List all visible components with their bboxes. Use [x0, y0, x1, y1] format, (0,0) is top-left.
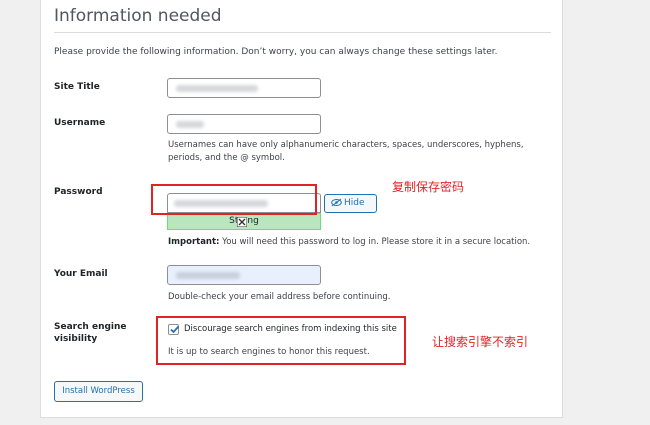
username-label: Username: [54, 118, 106, 128]
email-hint: Double-check your email address before c…: [168, 292, 391, 302]
site-title-input[interactable]: [167, 78, 321, 98]
important-label: Important:: [168, 237, 220, 247]
password-important-note: Important: You will need this password t…: [168, 237, 530, 247]
hide-password-button[interactable]: Hide: [324, 194, 377, 213]
username-hint-line2: periods, and the @ symbol.: [168, 153, 285, 163]
email-input[interactable]: [167, 265, 321, 285]
search-visibility-label-line1: Search engine: [54, 322, 127, 332]
password-annotation: 复制保存密码: [392, 180, 465, 194]
redacted-value: [176, 272, 240, 279]
redacted-value: [176, 121, 204, 128]
install-wordpress-button[interactable]: Install WordPress: [54, 381, 143, 402]
hide-button-label: Hide: [344, 198, 365, 208]
username-input[interactable]: [167, 114, 321, 134]
important-text: You will need this password to log in. P…: [219, 237, 531, 247]
password-highlight-box: [151, 184, 317, 215]
search-annotation: 让搜索引擎不索引: [432, 335, 529, 349]
redacted-value: [176, 85, 258, 92]
username-hint-line1: Usernames can have only alphanumeric cha…: [168, 140, 524, 150]
site-title-label: Site Title: [54, 82, 100, 92]
search-visibility-label-line2: visibility: [54, 334, 98, 344]
password-label: Password: [54, 187, 103, 197]
page-title: Information needed: [54, 6, 222, 26]
eye-slash-icon: [331, 198, 342, 207]
email-label: Your Email: [54, 269, 108, 279]
search-highlight-box: [156, 316, 406, 365]
intro-text: Please provide the following information…: [54, 47, 498, 57]
title-divider: [54, 32, 551, 33]
